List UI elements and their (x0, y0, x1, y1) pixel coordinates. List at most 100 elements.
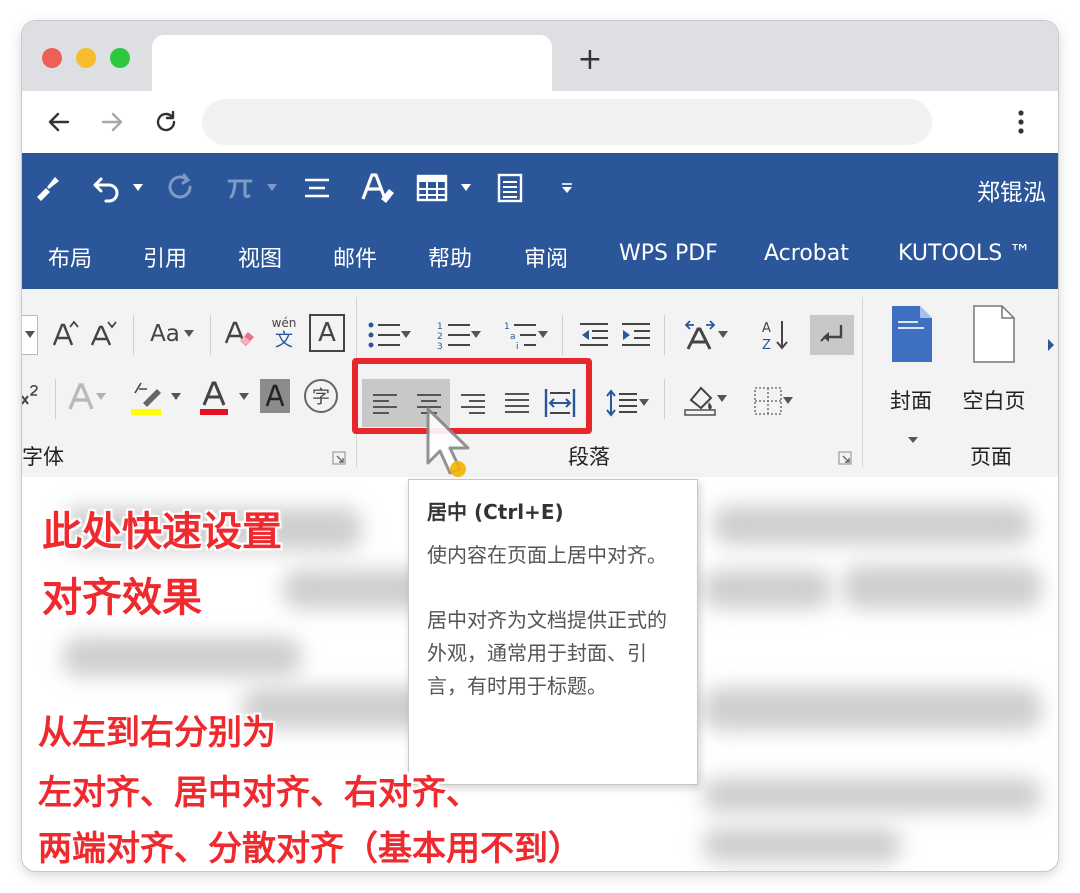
cover-page-icon[interactable] (886, 303, 938, 365)
shading-icon[interactable] (676, 379, 734, 419)
svg-text:2: 2 (437, 332, 443, 342)
format-painter-icon[interactable] (30, 173, 66, 203)
page-layout-icon[interactable] (492, 173, 528, 203)
blurred-text (702, 827, 902, 863)
character-shading-icon[interactable] (260, 379, 290, 413)
clear-format-icon[interactable] (358, 173, 398, 203)
svg-text:a: a (510, 332, 516, 342)
grow-font-icon[interactable] (50, 317, 80, 351)
bullets-icon[interactable] (366, 315, 412, 355)
user-name[interactable]: 郑锟泓 (977, 173, 1046, 207)
highlight-color-icon[interactable] (126, 377, 166, 419)
reload-icon (156, 110, 176, 132)
blurred-text (712, 505, 1032, 545)
undo-dropdown-icon[interactable] (128, 173, 148, 203)
font-dialog-launcher-icon[interactable] (332, 451, 346, 465)
align-center-qat-icon[interactable] (299, 173, 335, 203)
numbering-icon[interactable]: 123 (432, 315, 486, 355)
minimize-window-button[interactable] (76, 48, 96, 68)
font-group-label: 字体 (22, 445, 64, 469)
change-case-button[interactable]: Aa (142, 317, 202, 351)
line-spacing-icon[interactable] (598, 383, 656, 423)
blank-page-button[interactable]: 空白页 (952, 385, 1036, 415)
browser-tab-bar: + (22, 21, 1058, 91)
forward-button[interactable] (95, 105, 129, 139)
show-paragraph-marks-icon[interactable] (810, 315, 854, 355)
sort-icon[interactable]: AZ (758, 315, 794, 355)
phonetic-guide-button[interactable]: wén 文 (266, 313, 302, 355)
equation-pi-icon (222, 173, 258, 203)
cover-page-button[interactable]: 封面 (876, 385, 946, 415)
more-vertical-icon (1018, 110, 1024, 134)
tab-wps-pdf[interactable]: WPS PDF (619, 241, 718, 266)
divider (210, 315, 211, 355)
tooltip-description: 使内容在页面上居中对齐。 (427, 543, 667, 567)
annotation-line-4: 左对齐、居中对齐、右对齐、 (38, 773, 480, 813)
tab-layout[interactable]: 布局 (48, 241, 92, 273)
annotation-line-5: 两端对齐、分散对齐（基本用不到） (38, 829, 582, 869)
tab-review[interactable]: 审阅 (524, 241, 568, 273)
blank-page-icon[interactable] (968, 303, 1020, 365)
redo-icon (162, 173, 198, 203)
divider (133, 315, 134, 355)
arrow-right-icon (101, 112, 123, 132)
browser-tab-active[interactable] (152, 35, 552, 91)
chinese-layout-icon[interactable] (676, 315, 734, 355)
back-button[interactable] (42, 105, 76, 139)
font-size-dropdown[interactable] (22, 315, 38, 355)
customize-qat-icon[interactable] (557, 173, 577, 203)
align-center-tooltip: 居中 (Ctrl+E) 使内容在页面上居中对齐。 居中对齐为文档提供正式的外观，… (408, 479, 698, 785)
decrease-indent-icon[interactable] (576, 315, 612, 355)
cover-page-dropdown-icon[interactable] (908, 437, 918, 443)
enclose-characters-button[interactable]: 字 (304, 379, 338, 413)
change-case-label: Aa (150, 321, 180, 347)
divider (664, 379, 665, 419)
tab-mailings[interactable]: 邮件 (333, 241, 377, 273)
borders-icon[interactable] (744, 381, 802, 421)
browser-menu-button[interactable] (1008, 107, 1034, 137)
svg-text:Z: Z (762, 338, 771, 352)
table-dropdown-icon[interactable] (456, 173, 476, 203)
more-pages-chevron-icon[interactable] (1044, 335, 1058, 355)
address-input[interactable] (202, 99, 932, 145)
annotation-line-2: 对齐效果 (42, 575, 202, 621)
blurred-text (702, 569, 832, 609)
tab-acrobat[interactable]: Acrobat (764, 241, 849, 266)
text-effects-icon[interactable] (66, 379, 106, 415)
tab-view[interactable]: 视图 (238, 241, 282, 273)
tab-references[interactable]: 引用 (143, 241, 187, 273)
new-tab-button[interactable]: + (575, 45, 605, 75)
superscript-icon[interactable] (22, 379, 38, 415)
character-border-button[interactable]: A (309, 314, 345, 352)
equation-dropdown-icon (262, 173, 282, 203)
increase-indent-icon[interactable] (618, 315, 654, 355)
multilevel-list-icon[interactable]: 1ai (498, 315, 554, 355)
annotation-line-1: 此处快速设置 (42, 509, 282, 555)
shrink-font-icon[interactable] (88, 317, 118, 351)
paragraph-group-label: 段落 (568, 445, 610, 469)
svg-text:A: A (762, 321, 771, 336)
table-icon[interactable] (414, 173, 450, 203)
clear-formatting-icon[interactable] (222, 315, 258, 353)
pages-group-label: 页面 (970, 445, 1012, 469)
undo-icon[interactable] (88, 173, 128, 203)
tab-kutools[interactable]: KUTOOLS ™ (898, 241, 1031, 266)
font-color-icon[interactable] (194, 377, 234, 419)
divider (664, 315, 665, 355)
highlight-color-dropdown[interactable] (168, 389, 184, 405)
maximize-window-button[interactable] (110, 48, 130, 68)
close-window-button[interactable] (42, 48, 62, 68)
tab-help[interactable]: 帮助 (428, 241, 472, 273)
reload-button[interactable] (149, 105, 183, 139)
svg-text:i: i (516, 342, 519, 350)
browser-toolbar (22, 91, 1058, 153)
svg-text:3: 3 (437, 342, 443, 350)
annotation-line-3: 从左到右分别为 (38, 713, 276, 753)
paragraph-dialog-launcher-icon[interactable] (838, 451, 852, 465)
svg-text:1: 1 (504, 322, 510, 332)
blurred-text (842, 565, 1042, 609)
tooltip-detail: 居中对齐为文档提供正式的外观，通常用于封面、引言，有时用于标题。 (427, 608, 667, 698)
font-color-dropdown[interactable] (236, 389, 252, 405)
word-title-bar: 郑锟泓 布局 引用 视图 邮件 帮助 审阅 WPS PDF Acrobat KU… (22, 153, 1058, 289)
group-divider (862, 297, 863, 467)
